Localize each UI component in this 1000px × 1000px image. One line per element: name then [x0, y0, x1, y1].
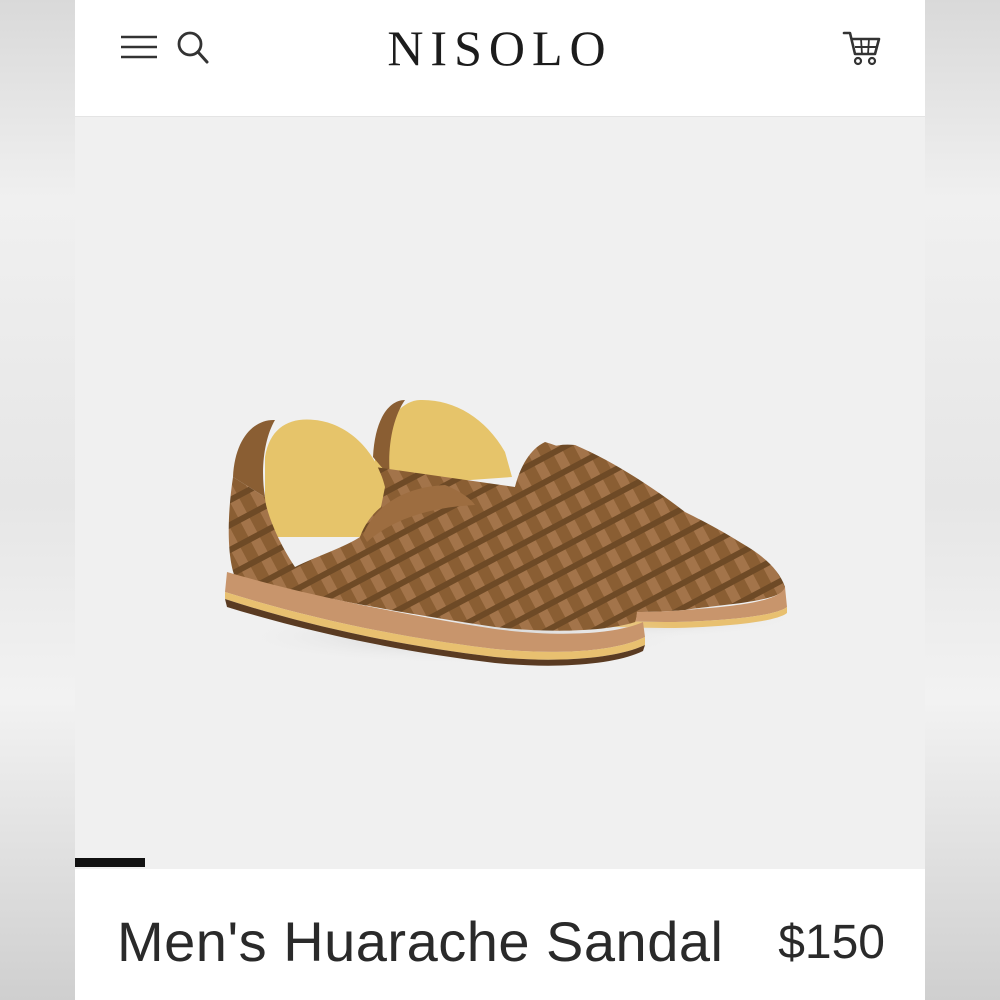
sandal-pair-illustration: [225, 399, 805, 666]
product-image[interactable]: [75, 117, 925, 869]
backdrop-right: [925, 0, 1000, 1000]
backdrop-left: [0, 0, 75, 1000]
carousel-active-indicator[interactable]: [75, 858, 145, 867]
product-title[interactable]: Men's Huarache Sandal: [117, 909, 723, 974]
product-info-bar: Men's Huarache Sandal $150: [75, 869, 925, 1000]
site-header: NISOLO: [75, 0, 925, 117]
shopping-cart-icon[interactable]: [841, 26, 883, 68]
mobile-page: NISOLO Men's Huarache Sandal $150: [75, 0, 925, 1000]
product-price: $150: [778, 916, 885, 969]
brand-logo[interactable]: NISOLO: [75, 18, 925, 78]
